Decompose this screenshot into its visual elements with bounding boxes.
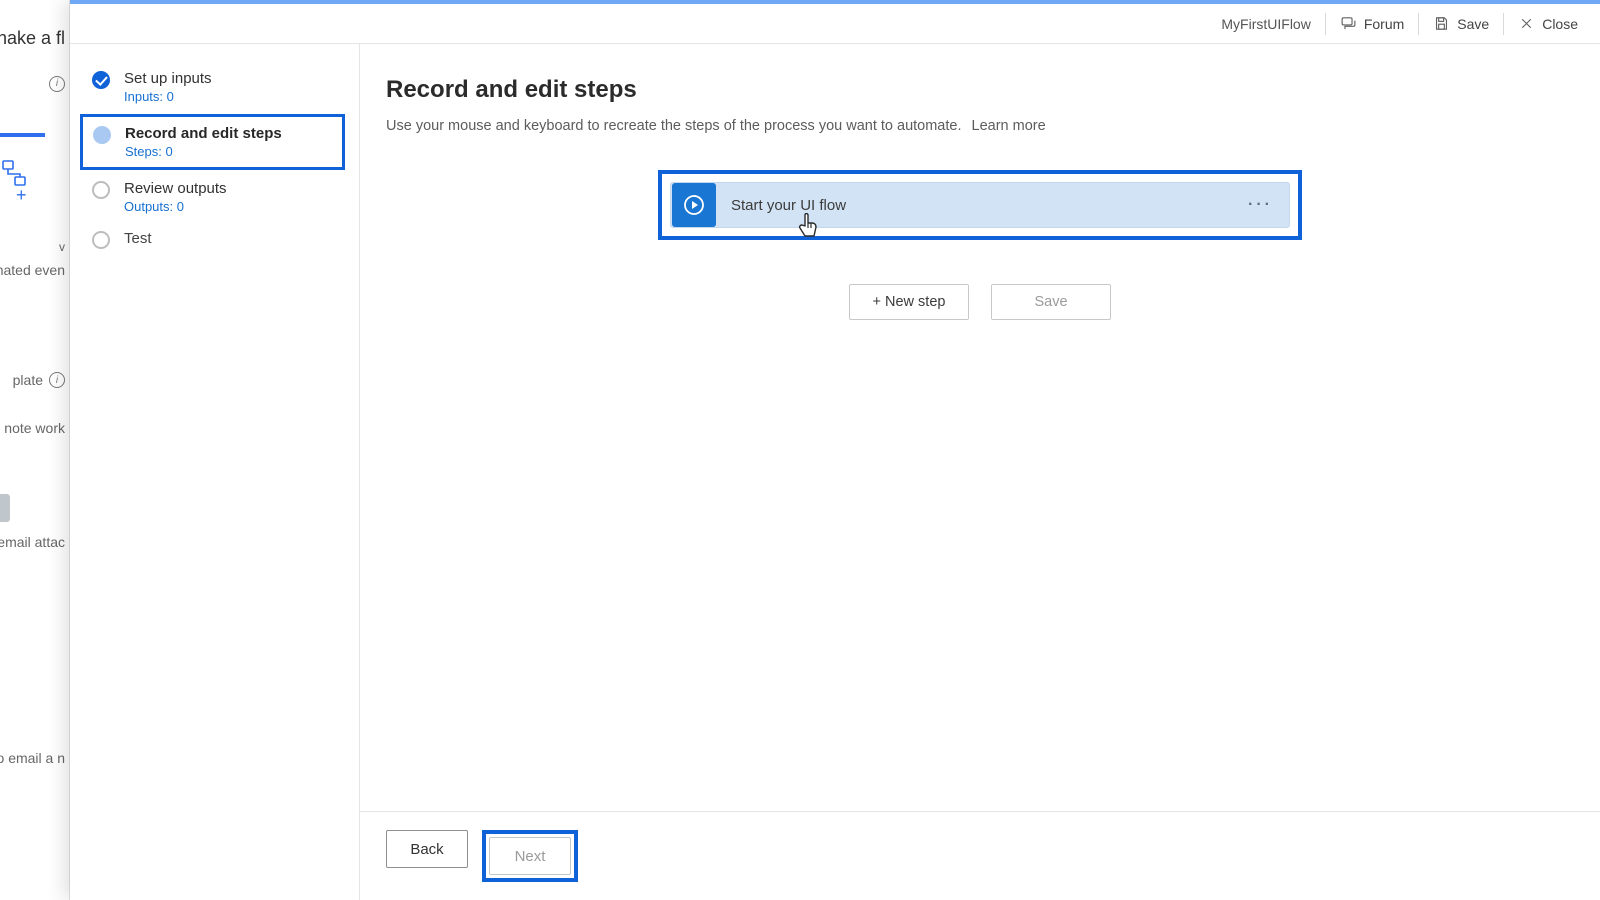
bg-email-frag: o email a n <box>0 750 65 766</box>
nav-step-outputs-title: Review outputs <box>124 180 227 197</box>
flow-name: MyFirstUIFlow <box>1207 16 1324 32</box>
plus-icon: + <box>16 185 27 206</box>
new-step-button[interactable]: + New step <box>849 284 969 320</box>
nav-step-test[interactable]: Test <box>88 222 339 257</box>
bg-attach-frag: email attac <box>0 534 65 550</box>
nav-step-outputs[interactable]: Review outputs Outputs: 0 <box>88 172 339 222</box>
back-button[interactable]: Back <box>386 830 468 868</box>
step-actions: + New step Save <box>386 284 1574 320</box>
bg-title-frag: nake a fl <box>0 28 65 49</box>
record-play-icon <box>672 183 716 227</box>
save-step-button[interactable]: Save <box>991 284 1111 320</box>
highlight-box: Record and edit steps Steps: 0 <box>80 114 345 170</box>
ui-flow-panel: MyFirstUIFlow Forum Save Close <box>70 0 1600 900</box>
check-icon <box>92 71 110 89</box>
close-label: Close <box>1542 16 1578 32</box>
bg-remote-frag: note work <box>4 420 65 436</box>
bullet-icon <box>92 231 110 249</box>
chat-icon <box>1340 15 1357 32</box>
learn-more-link[interactable]: Learn more <box>972 118 1046 134</box>
bullet-icon <box>92 181 110 199</box>
active-bullet-icon <box>93 126 111 144</box>
nav-step-inputs-sub: Inputs: 0 <box>124 89 212 104</box>
wizard-footer: Back Next <box>360 811 1600 900</box>
save-icon <box>1433 15 1450 32</box>
close-icon <box>1518 15 1535 32</box>
close-button[interactable]: Close <box>1504 4 1592 44</box>
content: Record and edit steps Use your mouse and… <box>360 44 1600 811</box>
highlight-box: Next <box>482 830 578 882</box>
info-icon: i <box>49 73 65 92</box>
save-button[interactable]: Save <box>1419 4 1503 44</box>
forum-label: Forum <box>1364 16 1404 32</box>
panel-header: MyFirstUIFlow Forum Save Close <box>70 4 1600 44</box>
nav-step-inputs[interactable]: Set up inputs Inputs: 0 <box>88 62 339 112</box>
nav-step-record-sub: Steps: 0 <box>125 144 282 159</box>
page-description: Use your mouse and keyboard to recreate … <box>386 118 1574 134</box>
nav-step-record[interactable]: Record and edit steps Steps: 0 <box>93 125 332 159</box>
main-area: Record and edit steps Use your mouse and… <box>360 44 1600 900</box>
page-title: Record and edit steps <box>386 76 1574 104</box>
card-title: Start your UI flow <box>731 197 1228 214</box>
forum-button[interactable]: Forum <box>1326 4 1418 44</box>
bg-accent-bar <box>0 133 45 137</box>
bg-trigger-frag: v <box>59 240 65 254</box>
bg-template-frag: platei <box>13 372 65 388</box>
nav-step-record-title: Record and edit steps <box>125 125 282 142</box>
wizard-nav: Set up inputs Inputs: 0 Record and edit … <box>70 44 360 900</box>
nav-step-outputs-sub: Outputs: 0 <box>124 199 227 214</box>
nav-step-test-title: Test <box>124 230 152 247</box>
next-button[interactable]: Next <box>489 837 571 875</box>
background-app-sliver: nake a fl i + v ignated even platei note… <box>0 0 70 900</box>
nav-step-inputs-title: Set up inputs <box>124 70 212 87</box>
bg-thumb <box>0 494 10 522</box>
highlight-box: Start your UI flow ··· <box>658 170 1302 240</box>
start-ui-flow-card[interactable]: Start your UI flow ··· <box>670 182 1290 228</box>
card-more-menu[interactable]: ··· <box>1242 196 1279 214</box>
panel-body: Set up inputs Inputs: 0 Record and edit … <box>70 44 1600 900</box>
save-label: Save <box>1457 16 1489 32</box>
bg-trigger-text: ignated even <box>0 262 65 278</box>
